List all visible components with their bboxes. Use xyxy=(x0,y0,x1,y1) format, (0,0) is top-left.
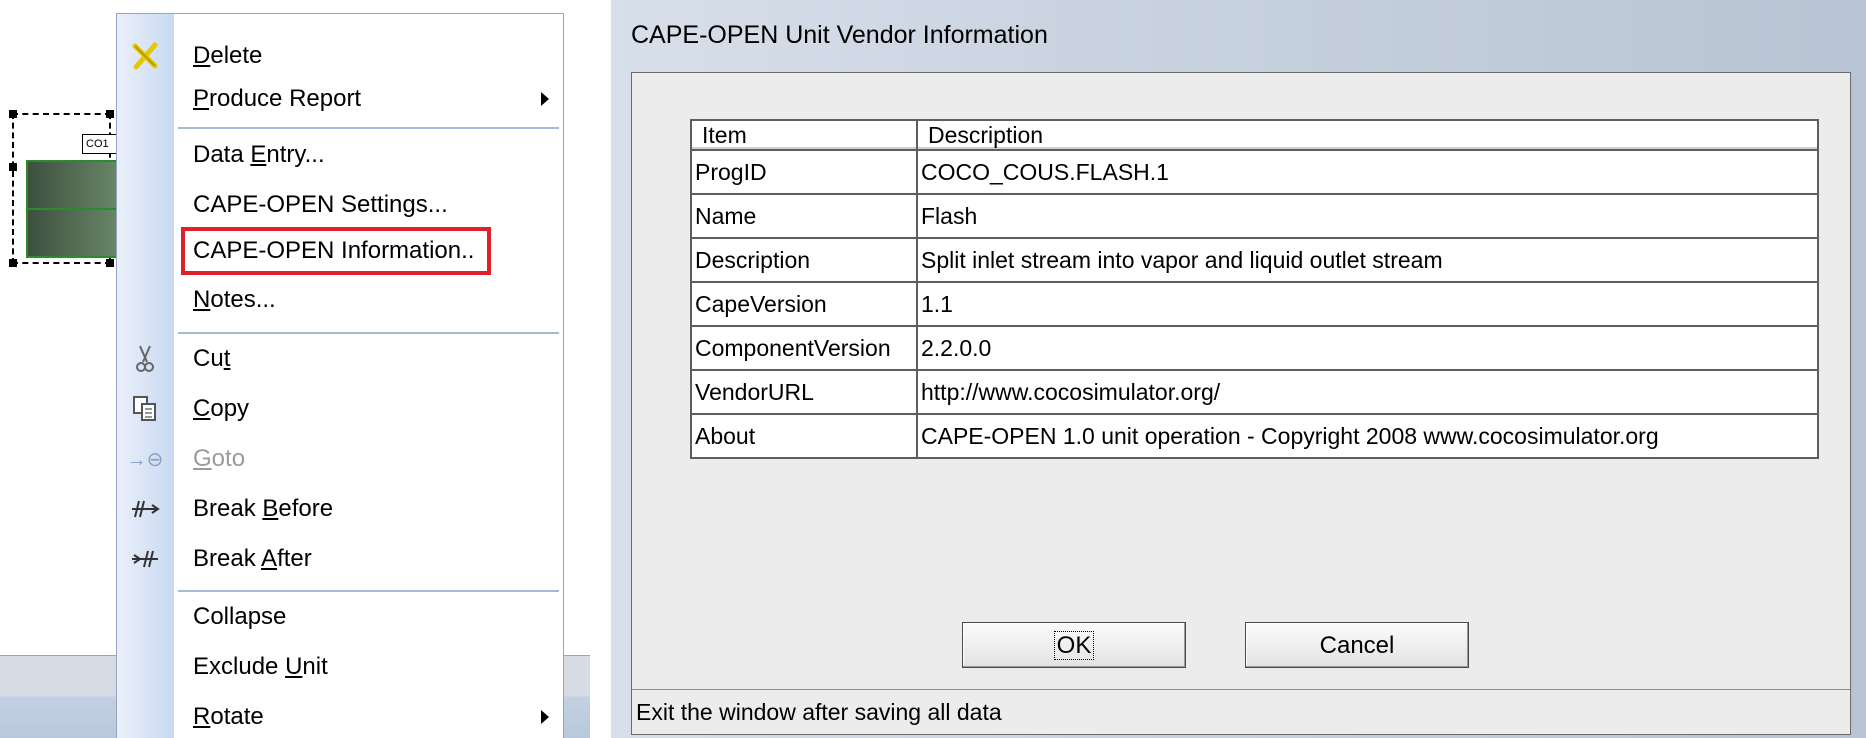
table-cell-description: CAPE-OPEN 1.0 unit operation - Copyright… xyxy=(916,413,1819,459)
menu-separator xyxy=(178,127,559,129)
selection-handle[interactable] xyxy=(106,259,114,267)
table-cell-item: ComponentVersion xyxy=(690,325,918,371)
table-header-row: Item Description xyxy=(690,119,1819,151)
vendor-info-table: Item Description ProgID COCO_COUS.FLASH.… xyxy=(690,119,1819,459)
menu-item-label: Break Before xyxy=(193,495,334,522)
menu-item-label: Copy xyxy=(193,395,250,422)
break-before-icon xyxy=(127,494,163,524)
selection-handle[interactable] xyxy=(9,110,17,118)
table-row[interactable]: VendorURL http://www.cocosimulator.org/ xyxy=(690,369,1819,415)
menu-item-produce-report[interactable]: Produce Report xyxy=(117,74,563,124)
table-row[interactable]: Name Flash xyxy=(690,193,1819,239)
menu-item-break-after[interactable]: Break After xyxy=(117,534,563,584)
table-cell-item: CapeVersion xyxy=(690,281,918,327)
table-row[interactable]: CapeVersion 1.1 xyxy=(690,281,1819,327)
scissors-icon xyxy=(127,344,163,374)
submenu-arrow-icon xyxy=(541,710,549,724)
table-cell-item: Description xyxy=(690,237,918,283)
cancel-button[interactable]: Cancel xyxy=(1245,622,1469,668)
table-cell-description: Flash xyxy=(916,193,1819,239)
goto-icon: →⊖ xyxy=(126,448,164,471)
table-row[interactable]: About CAPE-OPEN 1.0 unit operation - Cop… xyxy=(690,413,1819,459)
ok-button-label: OK xyxy=(1053,631,1095,660)
table-cell-description: Split inlet stream into vapor and liquid… xyxy=(916,237,1819,283)
menu-item-label: Data Entry... xyxy=(193,141,325,168)
table-cell-description: 2.2.0.0 xyxy=(916,325,1819,371)
menu-item-label: Break After xyxy=(193,545,312,572)
menu-item-label: Rotate xyxy=(193,703,264,730)
menu-item-label: Produce Report xyxy=(193,85,362,112)
table-cell-item: Name xyxy=(690,193,918,239)
selection-handle[interactable] xyxy=(9,163,17,171)
table-row[interactable]: ComponentVersion 2.2.0.0 xyxy=(690,325,1819,371)
menu-item-label: Exclude Unit xyxy=(193,653,328,680)
table-row[interactable]: Description Split inlet stream into vapo… xyxy=(690,237,1819,283)
menu-item-exclude-unit[interactable]: Exclude Unit xyxy=(117,642,563,692)
menu-item-label: CAPE-OPEN Settings... xyxy=(193,191,448,218)
status-bar: Exit the window after saving all data xyxy=(632,689,1850,734)
table-cell-description: COCO_COUS.FLASH.1 xyxy=(916,149,1819,195)
menu-item-cape-open-settings[interactable]: CAPE-OPEN Settings... xyxy=(117,180,563,230)
table-cell-item: VendorURL xyxy=(690,369,918,415)
highlight-box xyxy=(181,227,491,275)
copy-icon xyxy=(127,394,163,424)
delete-x-icon xyxy=(127,41,163,71)
unit-tag-label: CO1 xyxy=(82,134,117,154)
flash-unit-block[interactable] xyxy=(26,160,125,258)
menu-item-data-entry[interactable]: Data Entry... xyxy=(117,130,563,180)
selection-handle[interactable] xyxy=(9,259,17,267)
column-header-description[interactable]: Description xyxy=(916,119,1819,151)
ok-button[interactable]: OK xyxy=(962,622,1186,668)
column-header-item[interactable]: Item xyxy=(690,119,918,151)
menu-item-label: Collapse xyxy=(193,603,287,630)
context-menu: Delete Produce Report Data Entry... CAPE… xyxy=(116,13,564,738)
menu-item-cut[interactable]: Cut xyxy=(117,334,563,384)
menu-item-label: Notes... xyxy=(193,286,276,313)
submenu-arrow-icon xyxy=(541,92,549,106)
menu-item-label: Cut xyxy=(193,345,231,372)
table-cell-description: 1.1 xyxy=(916,281,1819,327)
menu-item-label: Goto xyxy=(193,445,246,472)
selection-handle[interactable] xyxy=(106,110,114,118)
table-row[interactable]: ProgID COCO_COUS.FLASH.1 xyxy=(690,149,1819,195)
table-cell-description: http://www.cocosimulator.org/ xyxy=(916,369,1819,415)
menu-item-break-before[interactable]: Break Before xyxy=(117,484,563,534)
break-after-icon xyxy=(127,544,163,574)
table-cell-item: ProgID xyxy=(690,149,918,195)
menu-item-notes[interactable]: Notes... xyxy=(117,275,563,325)
vendor-info-dialog: CAPE-OPEN Unit Vendor Information Item D… xyxy=(611,0,1866,738)
flowsheet-canvas[interactable]: CO1 Delete Produce Report Data Entry... … xyxy=(0,0,590,738)
menu-item-goto[interactable]: →⊖ Goto xyxy=(117,434,563,484)
menu-item-collapse[interactable]: Collapse xyxy=(117,592,563,642)
table-cell-item: About xyxy=(690,413,918,459)
dialog-client-area: Item Description ProgID COCO_COUS.FLASH.… xyxy=(631,72,1851,735)
menu-item-label-rest: elete xyxy=(210,42,263,69)
menu-item-copy[interactable]: Copy xyxy=(117,384,563,434)
dialog-title: CAPE-OPEN Unit Vendor Information xyxy=(631,21,1048,49)
menu-item-rotate[interactable]: Rotate xyxy=(117,692,563,738)
